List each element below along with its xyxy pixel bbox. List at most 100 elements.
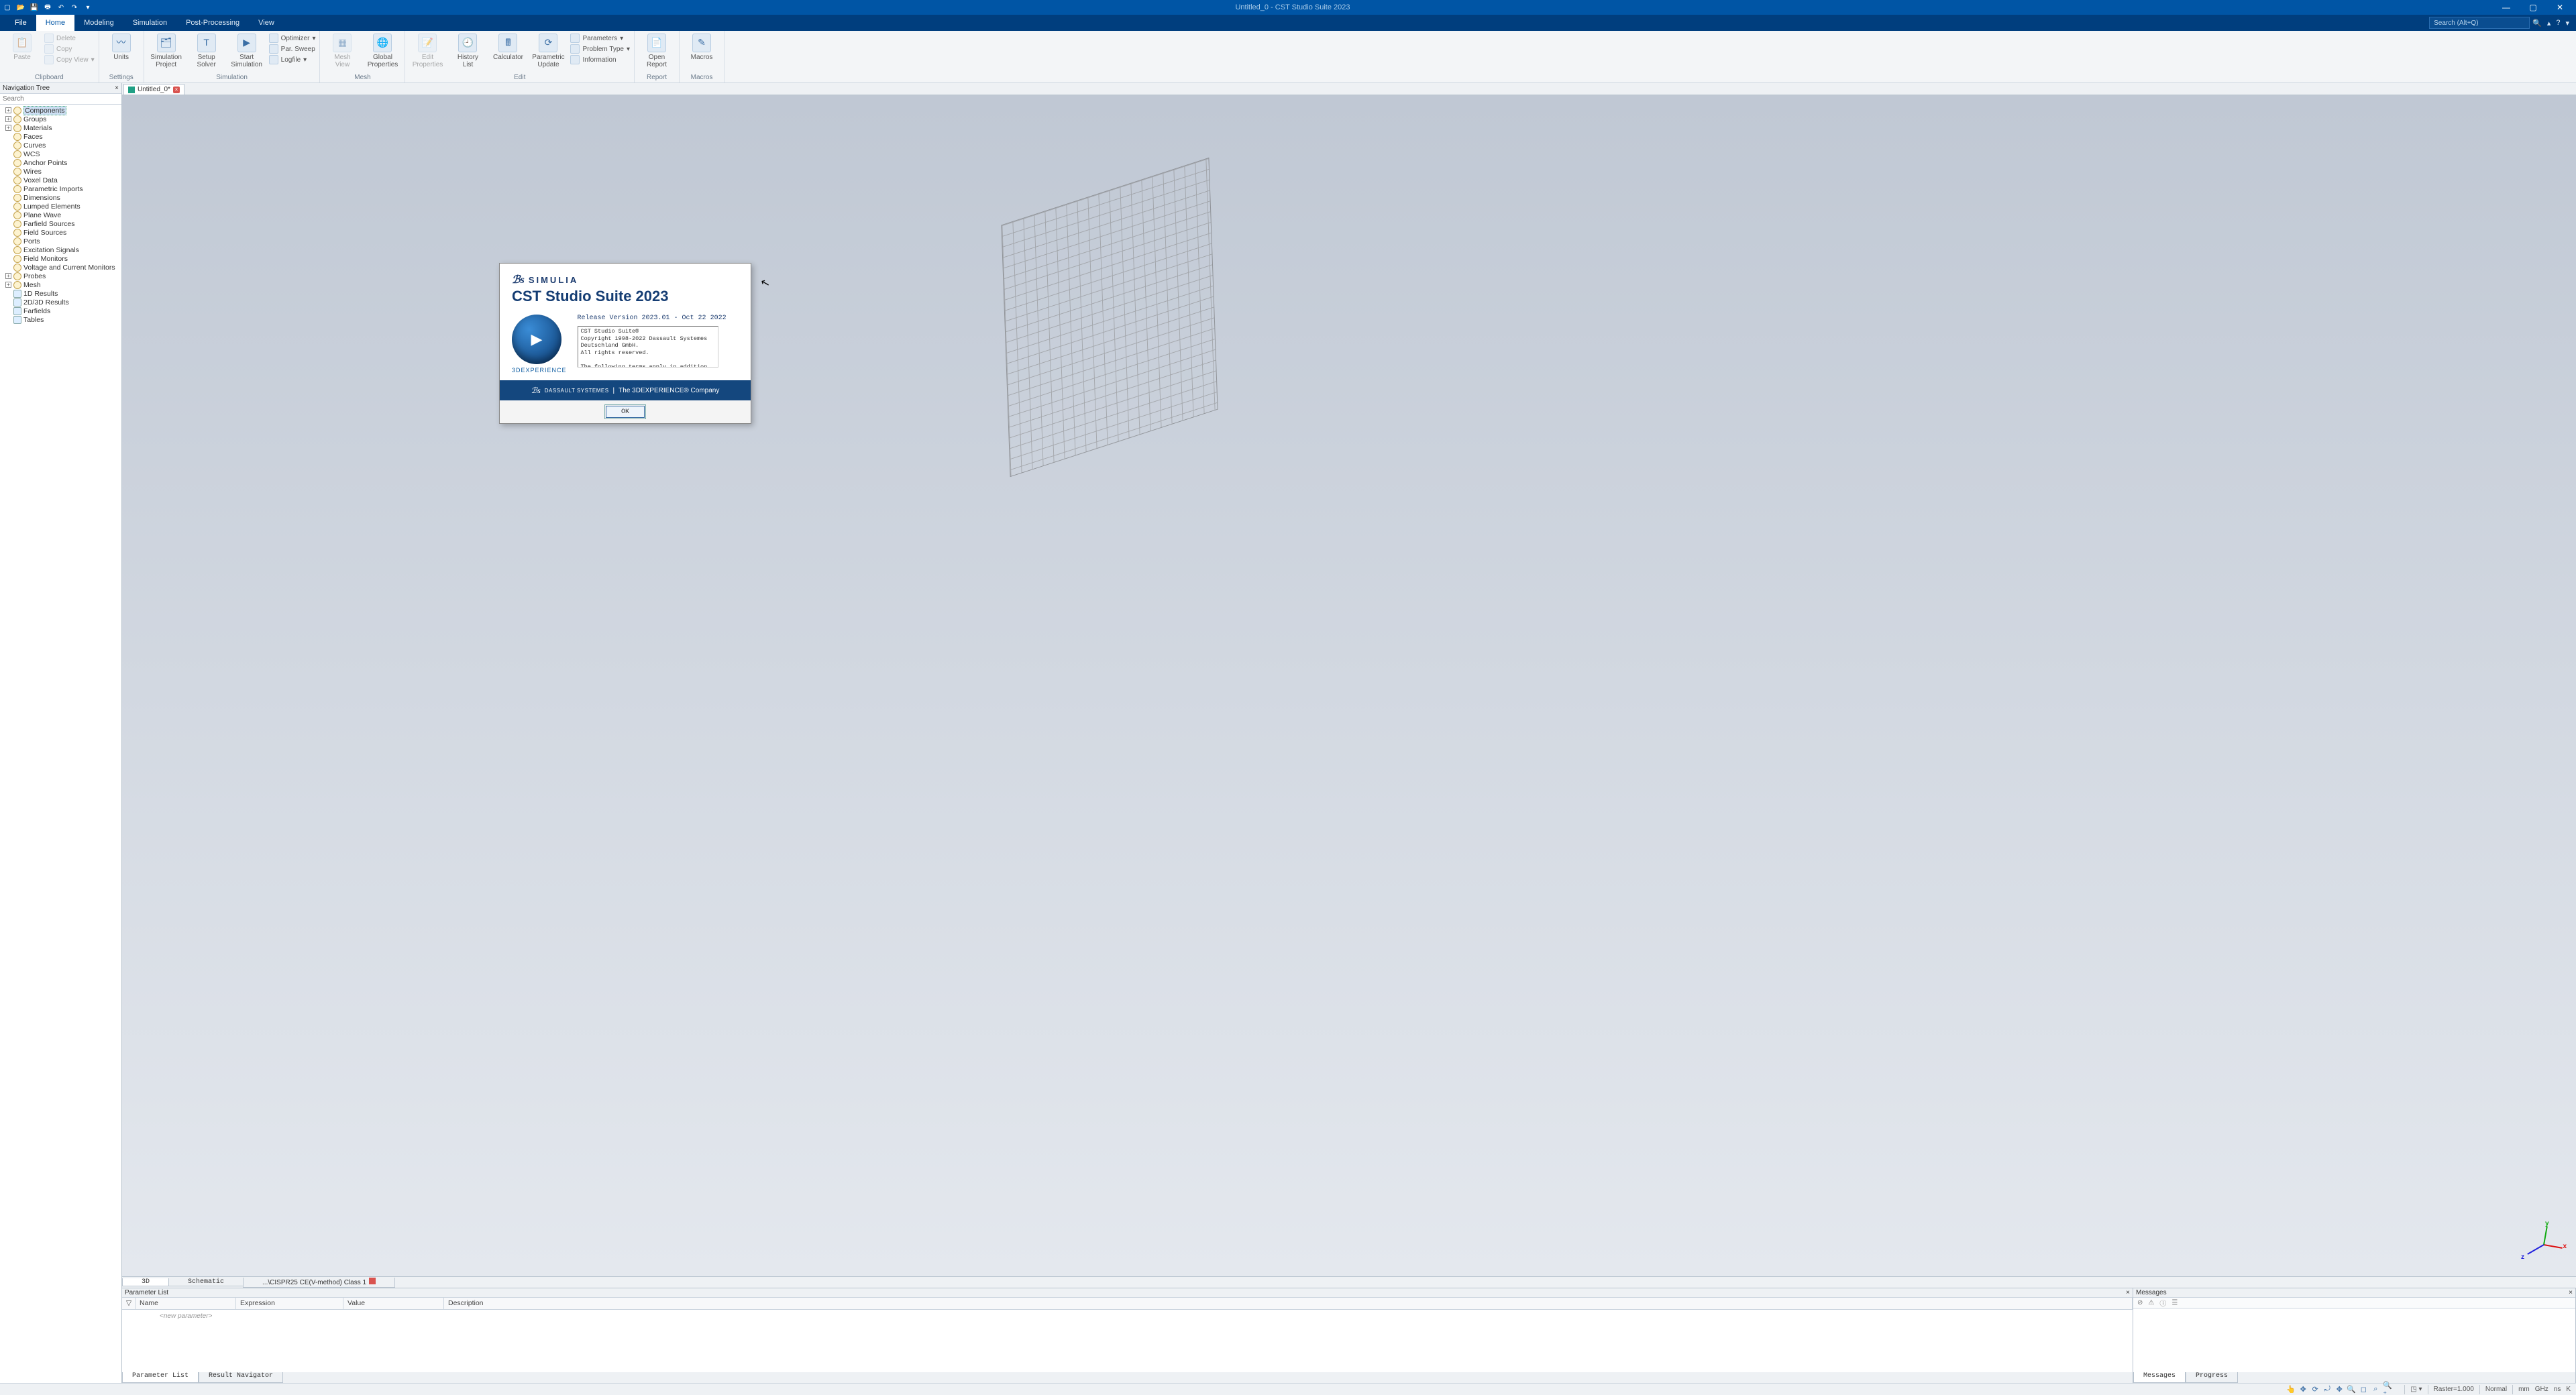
nav-item-wcs[interactable]: WCS	[0, 150, 121, 158]
view-tab-cispr[interactable]: ...\CISPR25 CE(V-method) Class 1	[243, 1278, 395, 1288]
nav-item-materials[interactable]: +Materials	[0, 123, 121, 132]
tool-icon[interactable]: ⌕	[2371, 1385, 2380, 1394]
new-parameter-placeholder[interactable]: <new parameter>	[122, 1310, 2133, 1323]
delete-button[interactable]: Delete	[44, 34, 95, 43]
nav-tree[interactable]: +Components+Groups+MaterialsFacesCurvesW…	[0, 105, 121, 1383]
close-tab-icon[interactable]: ×	[173, 87, 180, 93]
search-icon[interactable]: 🔍	[2532, 19, 2542, 27]
problem-type-button[interactable]: Problem Type ▾	[570, 44, 630, 54]
close-panel-icon[interactable]: ×	[2569, 1289, 2573, 1296]
expand-icon[interactable]: +	[5, 116, 11, 122]
minimize-button[interactable]: —	[2493, 0, 2520, 15]
license-textbox[interactable]: CST Studio Suite® Copyright 1998-2022 Da…	[578, 326, 718, 368]
ok-button[interactable]: OK	[606, 406, 645, 418]
simulation-project-button[interactable]: 🗂Simulation Project	[148, 32, 184, 68]
3d-viewport[interactable]: x y z ℬsSIMULIA CST Studio Suite 2023 ▶ …	[122, 95, 2576, 1277]
undo-icon[interactable]: ↶	[56, 3, 66, 12]
qat-dropdown-icon[interactable]: ▾	[83, 3, 93, 12]
setup-solver-button[interactable]: TSetup Solver	[189, 32, 225, 68]
nav-item-field-sources[interactable]: Field Sources	[0, 228, 121, 237]
copy-view-button[interactable]: Copy View ▾	[44, 55, 95, 64]
parameters-button[interactable]: Parameters ▾	[570, 34, 630, 43]
tab-simulation[interactable]: Simulation	[123, 15, 176, 31]
nav-item-lumped-elements[interactable]: Lumped Elements	[0, 202, 121, 211]
nav-item-2d-3d-results[interactable]: 2D/3D Results	[0, 298, 121, 306]
nav-item-wires[interactable]: Wires	[0, 167, 121, 176]
nav-item-farfields[interactable]: Farfields	[0, 306, 121, 315]
tool-icon[interactable]: ◻	[2359, 1385, 2368, 1394]
close-button[interactable]: ✕	[2546, 0, 2573, 15]
expand-icon[interactable]: +	[5, 273, 11, 279]
expand-icon[interactable]: +	[5, 282, 11, 288]
calculator-button[interactable]: 🖩Calculator	[490, 32, 526, 61]
dropdown-icon[interactable]: ▴	[2547, 19, 2551, 27]
tab-result-navigator[interactable]: Result Navigator	[199, 1372, 283, 1383]
tool-icon[interactable]: ✥	[2334, 1385, 2344, 1394]
paste-button[interactable]: 📋Paste	[4, 32, 40, 61]
tool-icon[interactable]: 🔍⁺	[2383, 1385, 2392, 1394]
expand-icon[interactable]: +	[5, 107, 11, 113]
status-shape-icon[interactable]: ◳ ▾	[2410, 1386, 2422, 1393]
col-expression[interactable]: Expression	[236, 1298, 343, 1309]
open-icon[interactable]: 📂	[16, 3, 25, 12]
col-name[interactable]: Name	[136, 1298, 236, 1309]
tool-icon[interactable]: 🔍	[2347, 1385, 2356, 1394]
nav-item-probes[interactable]: +Probes	[0, 272, 121, 280]
view-tab-schematic[interactable]: Schematic	[168, 1278, 244, 1286]
macros-button[interactable]: ✎Macros	[684, 32, 720, 61]
info-filter-icon[interactable]: ⓘ	[2159, 1298, 2166, 1308]
nav-item-components[interactable]: +Components	[0, 106, 121, 115]
redo-icon[interactable]: ↷	[70, 3, 79, 12]
nav-item-curves[interactable]: Curves	[0, 141, 121, 150]
error-filter-icon[interactable]: ⊘	[2137, 1299, 2143, 1306]
ribbon-search[interactable]: Search (Alt+Q)	[2429, 17, 2530, 29]
parameter-table[interactable]: ▽ Name Expression Value Description <new…	[122, 1298, 2133, 1372]
help-icon[interactable]: ?	[2556, 19, 2560, 27]
copy-button[interactable]: Copy	[44, 44, 95, 54]
list-icon[interactable]: ☰	[2171, 1299, 2178, 1306]
messages-body[interactable]	[2133, 1308, 2575, 1372]
nav-item-parametric-imports[interactable]: Parametric Imports	[0, 184, 121, 193]
start-simulation-button[interactable]: ▶Start Simulation	[229, 32, 265, 68]
tab-post-processing[interactable]: Post-Processing	[176, 15, 249, 31]
nav-item-groups[interactable]: +Groups	[0, 115, 121, 123]
nav-item-anchor-points[interactable]: Anchor Points	[0, 158, 121, 167]
nav-item-voxel-data[interactable]: Voxel Data	[0, 176, 121, 184]
tab-modeling[interactable]: Modeling	[74, 15, 123, 31]
nav-item-1d-results[interactable]: 1D Results	[0, 289, 121, 298]
optimizer-button[interactable]: Optimizer ▾	[269, 34, 316, 43]
expand-icon[interactable]: +	[5, 125, 11, 131]
tab-parameter-list[interactable]: Parameter List	[122, 1372, 199, 1383]
nav-item-tables[interactable]: Tables	[0, 315, 121, 324]
par-sweep-button[interactable]: Par. Sweep	[269, 44, 316, 54]
col-value[interactable]: Value	[343, 1298, 444, 1309]
tab-messages[interactable]: Messages	[2133, 1372, 2186, 1383]
tool-icon[interactable]: ⤾	[2322, 1385, 2332, 1394]
parametric-update-button[interactable]: ⟳Parametric Update	[530, 32, 566, 68]
tool-icon[interactable]: ⟳	[2310, 1385, 2320, 1394]
nav-item-field-monitors[interactable]: Field Monitors	[0, 254, 121, 263]
tool-icon[interactable]: ✥	[2298, 1385, 2308, 1394]
close-panel-icon[interactable]: ×	[2126, 1289, 2130, 1296]
edit-properties-button[interactable]: 📝Edit Properties	[409, 32, 445, 68]
nav-item-faces[interactable]: Faces	[0, 132, 121, 141]
mesh-view-button[interactable]: ▦Mesh View	[324, 32, 360, 68]
information-button[interactable]: Information	[570, 55, 630, 64]
document-tab[interactable]: Untitled_0* ×	[123, 84, 184, 95]
tab-home[interactable]: Home	[36, 15, 74, 31]
nav-search[interactable]	[0, 94, 121, 105]
tool-icon[interactable]: 👆	[2286, 1385, 2296, 1394]
tab-progress[interactable]: Progress	[2186, 1372, 2238, 1383]
view-tab-3d[interactable]: 3D	[122, 1278, 169, 1286]
nav-item-farfield-sources[interactable]: Farfield Sources	[0, 219, 121, 228]
nav-item-plane-wave[interactable]: Plane Wave	[0, 211, 121, 219]
logfile-button[interactable]: Logfile ▾	[269, 55, 316, 64]
filter-icon[interactable]: ▽	[122, 1298, 136, 1309]
close-panel-icon[interactable]: ×	[115, 85, 119, 92]
global-properties-button[interactable]: 🌐Global Properties	[364, 32, 400, 68]
open-report-button[interactable]: 📄Open Report	[639, 32, 675, 68]
nav-item-mesh[interactable]: +Mesh	[0, 280, 121, 289]
new-icon[interactable]: ▢	[3, 3, 12, 12]
close-icon[interactable]	[369, 1278, 376, 1284]
nav-item-dimensions[interactable]: Dimensions	[0, 193, 121, 202]
